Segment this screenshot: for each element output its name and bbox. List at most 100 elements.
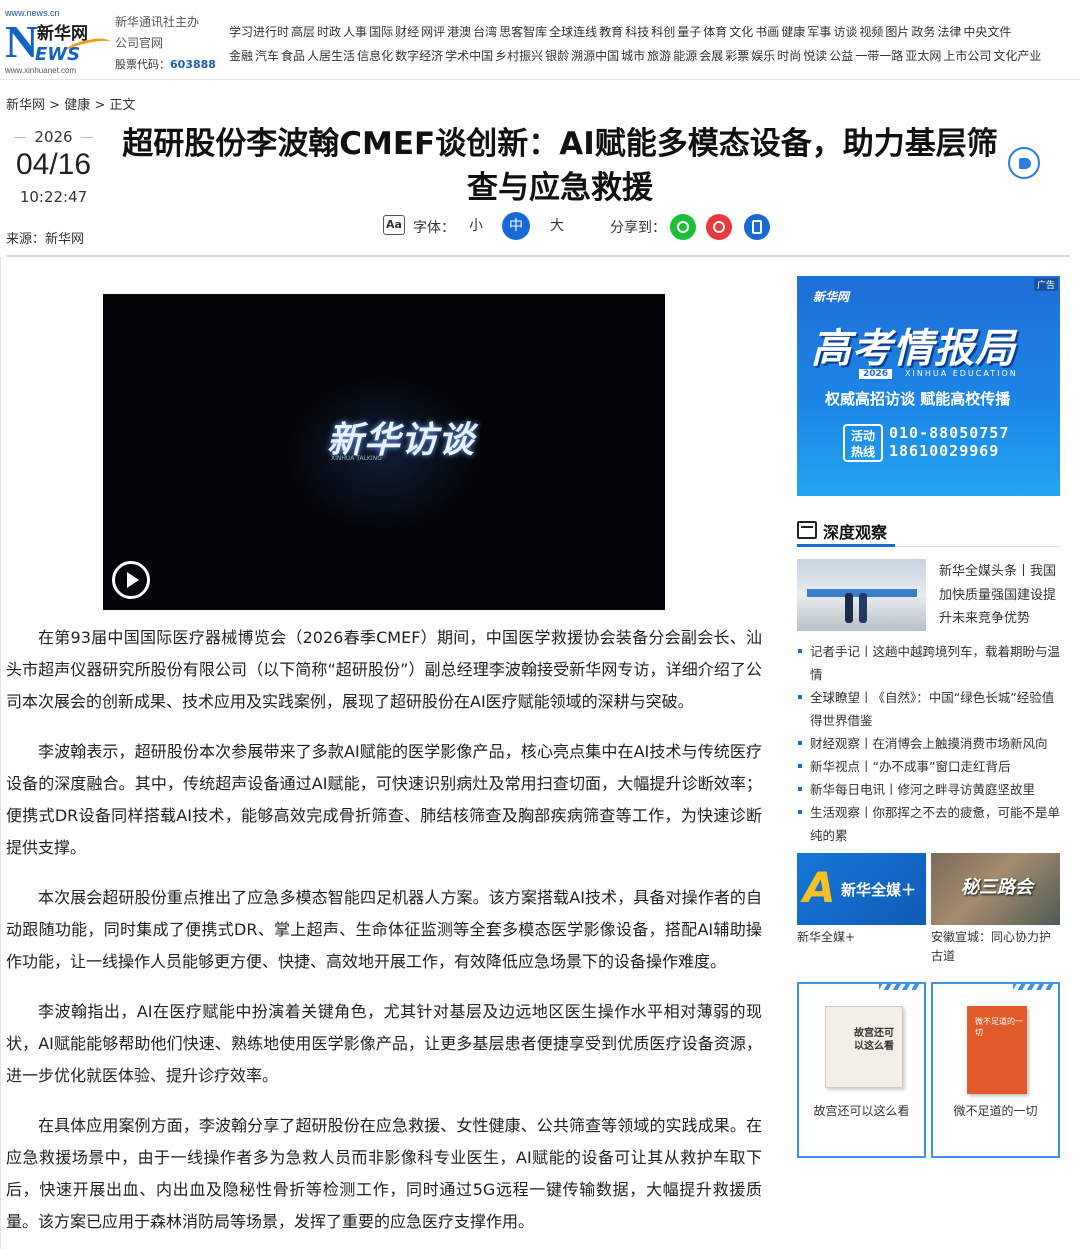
channel-nav-link[interactable]: 教育 (599, 25, 623, 39)
stock-label: 股票代码： (115, 58, 170, 71)
news-item[interactable]: 生活观察丨你那挥之不去的疲惫，可能不是单纯的累 (797, 801, 1062, 847)
channel-nav-link[interactable]: 能源 (673, 49, 697, 63)
weibo-icon[interactable] (706, 214, 732, 240)
article-body: 在第93届中国国际医疗器械博览会（2026春季CMEF）期间，中国医学救援协会装… (6, 622, 762, 1249)
channel-nav-row2: 金融 汽车 食品 人居生活 信息化 数字经济 学术中国 乡村振兴 银龄 溯源中国 城市 旅游 能源 会展彩… (229, 44, 1069, 68)
channel-nav-link[interactable]: 科技 (625, 25, 649, 39)
xinhua-a-logo-icon: A (803, 863, 836, 912)
stock-code: 股票代码：603888 (115, 54, 216, 75)
book-title[interactable]: 故宫还可以这么看 (799, 1102, 924, 1119)
channel-nav-link[interactable]: 人居生活 (307, 49, 355, 63)
font-small-button[interactable]: 小 (462, 212, 490, 240)
channel-nav-link[interactable]: 公益 (829, 49, 853, 63)
channel-nav-link[interactable]: 食品 (281, 49, 305, 63)
news-item[interactable]: 财经观察丨在消博会上触摸消费市场新风向 (797, 732, 1062, 755)
newspaper-icon (797, 521, 817, 539)
article-source: 来源：新华网 (6, 232, 85, 247)
breadcrumb-home[interactable]: 新华网 (6, 98, 45, 113)
publish-year: 2026 (6, 128, 101, 146)
thumb-caption-1[interactable]: 新华全媒+ (797, 928, 926, 947)
channel-nav-link[interactable]: 悦读 (803, 49, 827, 63)
channel-nav-link[interactable]: 人事 (343, 25, 367, 39)
channel-nav-link[interactable]: 台湾 (473, 25, 497, 39)
channel-nav-link[interactable]: 金融 (229, 49, 253, 63)
ad-slogan: 权威高招访谈 赋能高校传播 (825, 390, 1011, 408)
channel-nav-link[interactable]: 溯源中国 (571, 49, 619, 63)
channel-nav-link[interactable]: 时政 (317, 25, 341, 39)
speaker-icon[interactable] (1008, 147, 1040, 179)
channel-nav-link[interactable]: 汽车 (255, 49, 279, 63)
book-recommendations: 故宫还可以这么看 故宫还可以这么看 微不足道的一切 微不足道的一切 (797, 982, 1060, 1158)
channel-nav-link[interactable]: 学习进行时 (229, 25, 289, 39)
ad-tag: 广告 (1033, 278, 1058, 291)
channel-nav-link[interactable]: 中央文件 (963, 25, 1011, 39)
channel-nav-link[interactable]: 上市公司 (943, 49, 991, 63)
channel-nav-link[interactable]: 政务 (911, 25, 935, 39)
channel-nav-link[interactable]: 数字经济 (395, 49, 443, 63)
thumb-xinhua-media[interactable]: A 新华全媒＋ (797, 853, 926, 925)
channel-nav-link[interactable]: 彩票 (725, 49, 749, 63)
video-player[interactable]: 新华访谈 XINHUA TALKING (103, 294, 665, 610)
mobile-icon[interactable] (744, 214, 770, 240)
gaokao-ad-banner[interactable]: 广告 新华网 高考情报局 2026 XINHUA EDUCATION 权威高招访… (797, 276, 1060, 496)
channel-nav-link[interactable]: 乡村振兴 (495, 49, 543, 63)
channel-nav-link[interactable]: 一带一路 (855, 49, 903, 63)
thumb-xuancheng[interactable]: 秘三路会 (931, 853, 1060, 925)
play-icon[interactable] (112, 561, 150, 599)
channel-nav-link[interactable]: 健康 (781, 25, 805, 39)
ad-tel-1: 010-88050757 (889, 424, 1010, 442)
book-cover: 故宫还可以这么看 (825, 1006, 903, 1088)
book-card[interactable]: 故宫还可以这么看 故宫还可以这么看 (797, 982, 926, 1158)
channel-nav-link[interactable]: 高层 (291, 25, 315, 39)
wechat-icon[interactable] (670, 214, 696, 240)
book-title[interactable]: 微不足道的一切 (933, 1102, 1058, 1119)
font-label: 字体： (413, 220, 455, 236)
channel-nav-link[interactable]: 会展 (699, 49, 723, 63)
breadcrumb-health[interactable]: 健康 (64, 98, 90, 113)
channel-nav-link[interactable]: 旅游 (647, 49, 671, 63)
article-paragraph: 本次展会超研股份重点推出了应急多模态智能四足机器人方案。该方案搭载AI技术，具备… (6, 888, 762, 971)
featured-link[interactable]: 新华全媒头条丨我国加快质量强国建设提升未来竞争优势 (939, 560, 1061, 631)
channel-nav-link[interactable]: 科创 (651, 25, 675, 39)
publish-time: 10:22:47 (19, 188, 88, 206)
book-card[interactable]: 微不足道的一切 微不足道的一切 (931, 982, 1060, 1158)
ad-edu: XINHUA EDUCATION (905, 369, 1018, 378)
font-large-button[interactable]: 大 (543, 212, 571, 240)
channel-nav-link[interactable]: 量子 (677, 25, 701, 39)
channel-nav-link[interactable]: 军事 (807, 25, 831, 39)
channel-nav-link[interactable]: 港澳 (447, 25, 471, 39)
thumb-caption-2[interactable]: 安徽宣城：同心协力护古道 (931, 928, 1060, 966)
channel-nav-link[interactable]: 视频 (859, 25, 883, 39)
page-title: 超研股份李波翰CMEF谈创新：AI赋能多模态设备，助力基层筛查与应急救援 (122, 126, 998, 206)
channel-nav-link[interactable]: 亚太网 (905, 49, 941, 63)
channel-nav-link[interactable]: 网评 (421, 25, 445, 39)
article-paragraph: 李波翰表示，超研股份本次参展带来了多款AI赋能的医学影像产品，核心亮点集中在AI… (6, 742, 762, 857)
channel-nav-link[interactable]: 文化产业 (993, 49, 1041, 63)
channel-nav-link[interactable]: 文化 (729, 25, 753, 39)
channel-nav-link[interactable]: 访谈 (833, 25, 857, 39)
news-item[interactable]: 全球瞭望丨《自然》：中国“绿色长城”经验值得世界借鉴 (797, 686, 1062, 732)
channel-nav-link[interactable]: 银龄 (545, 49, 569, 63)
featured-image[interactable] (797, 559, 926, 631)
channel-nav-link[interactable]: 法律 (937, 25, 961, 39)
channel-nav-link[interactable]: 娱乐 (751, 49, 775, 63)
channel-nav-link[interactable]: 书画 (755, 25, 779, 39)
breadcrumb-sep: > (49, 98, 61, 113)
channel-nav-link[interactable]: 国际 (369, 25, 393, 39)
channel-nav-link[interactable]: 图片 (885, 25, 909, 39)
channel-nav-link[interactable]: 思客智库 (499, 25, 547, 39)
channel-nav-link[interactable]: 体育 (703, 25, 727, 39)
news-item[interactable]: 记者手记丨这趟中越跨境列车，载着期盼与温情 (797, 640, 1062, 686)
channel-nav-link[interactable]: 时尚 (777, 49, 801, 63)
channel-nav-link[interactable]: 全球连线 (549, 25, 597, 39)
channel-nav-link[interactable]: 城市 (621, 49, 645, 63)
news-list: 记者手记丨这趟中越跨境列车，载着期盼与温情 全球瞭望丨《自然》：中国“绿色长城”… (797, 640, 1062, 847)
font-medium-button[interactable]: 中 (502, 212, 530, 240)
news-item[interactable]: 新华视点丨“办不成事”窗口走红背后 (797, 755, 1062, 778)
news-item[interactable]: 新华每日电讯丨修河之畔寻访黄庭坚故里 (797, 778, 1062, 801)
channel-nav-link[interactable]: 信息化 (357, 49, 393, 63)
stock-number[interactable]: 603888 (170, 58, 216, 71)
channel-nav-link[interactable]: 学术中国 (445, 49, 493, 63)
channel-nav-link[interactable]: 财经 (395, 25, 419, 39)
xinhua-logo[interactable]: www.news.cn N 新华网 EWS www.xinhuanet.com (5, 8, 112, 75)
